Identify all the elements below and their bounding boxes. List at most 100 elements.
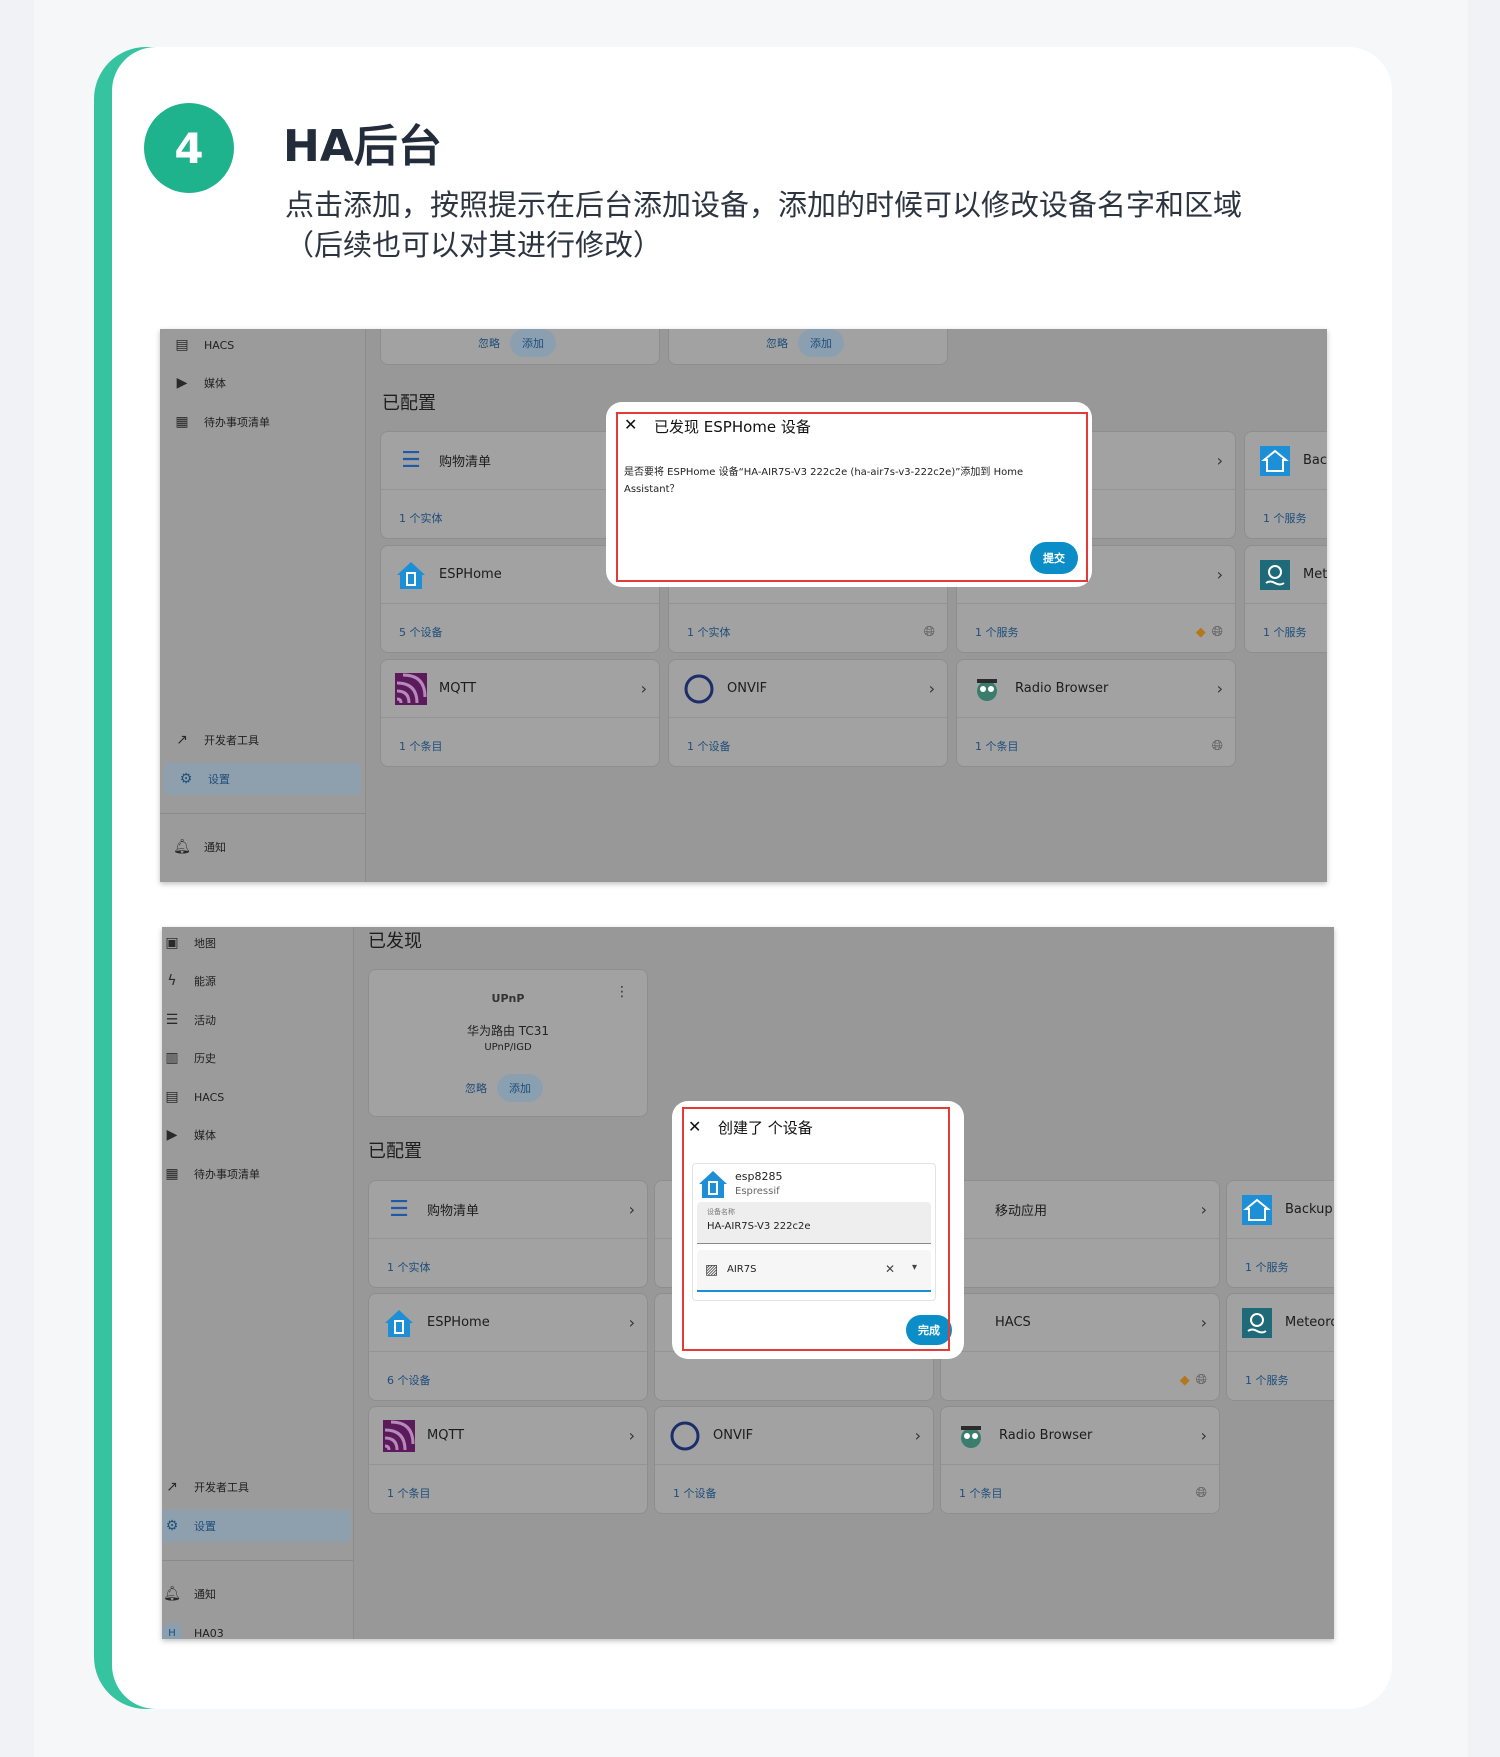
sidebar-item-todo[interactable]: ▦ 待办事项清单	[162, 1158, 353, 1190]
integration-stat[interactable]: 1 个服务	[1245, 1259, 1289, 1275]
integration-stat[interactable]: 6 个设备	[387, 1372, 431, 1388]
integration-card-shopping-list[interactable]: ☰ 购物清单 › 1 个实体	[368, 1180, 648, 1288]
integration-name: Radio Browser	[1015, 681, 1109, 696]
integration-stat[interactable]: 1 个条目	[399, 738, 443, 754]
section-title-configured: 已配置	[382, 393, 436, 414]
chevron-right-icon[interactable]: ›	[629, 1426, 635, 1445]
sidebar-item-user[interactable]: H HA03	[162, 1617, 353, 1639]
sidebar-item-logbook[interactable]: ☰ 活动	[162, 1004, 353, 1036]
integration-name: Backup	[1285, 1202, 1333, 1217]
integration-card-esphome[interactable]: ESPHome › 6 个设备	[368, 1293, 648, 1401]
sidebar-divider	[162, 1560, 353, 1561]
mqtt-icon	[381, 1418, 417, 1454]
integration-stat[interactable]: 1 个实体	[387, 1259, 431, 1275]
integration-name: Met	[1303, 567, 1327, 582]
sidebar-item-todo[interactable]: ▦ 待办事项清单	[160, 406, 365, 438]
integration-card-backup[interactable]: Backup 1 个服务	[1226, 1180, 1334, 1288]
sidebar-item-label: 通知	[194, 1588, 216, 1601]
integration-card-mobile-app[interactable]: 移动应用 ›	[940, 1180, 1220, 1288]
esphome-icon	[381, 1305, 417, 1341]
list-icon: ☰	[389, 1197, 409, 1222]
integration-stat[interactable]: 1 个服务	[1263, 624, 1307, 640]
integration-card-backup[interactable]: Bacl 1 个服务	[1244, 431, 1327, 539]
sidebar-item-hacs[interactable]: ▤ HACS	[162, 1081, 353, 1113]
chevron-right-icon[interactable]: ›	[629, 1313, 635, 1332]
sidebar-item-developer-tools[interactable]: ↗ 开发者工具	[160, 724, 365, 756]
sidebar-item-label: HA03	[194, 1626, 224, 1640]
integration-stat[interactable]: 1 个条目	[975, 738, 1019, 754]
sidebar-divider	[160, 813, 365, 814]
sidebar-item-map[interactable]: ▣ 地图	[162, 927, 353, 959]
sidebar-item-label: 待办事项清单	[194, 1168, 260, 1181]
integration-stat[interactable]: 1 个实体	[687, 624, 731, 640]
integration-stat[interactable]: 1 个实体	[399, 510, 443, 526]
chevron-right-icon[interactable]: ›	[1201, 1200, 1207, 1219]
chevron-right-icon[interactable]: ›	[915, 1426, 921, 1445]
ignore-button[interactable]: 忽略	[478, 335, 500, 351]
integration-card-radio-browser[interactable]: Radio Browser › 1 个条目 🌐︎	[940, 1406, 1220, 1514]
add-button[interactable]: 添加	[497, 1074, 543, 1102]
sidebar-item-settings[interactable]: ⚙ 设置	[162, 1510, 351, 1542]
integration-card-hacs[interactable]: HACS › ◆ 🌐︎	[940, 1293, 1220, 1401]
integration-name: 购物清单	[427, 1204, 480, 1219]
store-icon: ▤	[175, 337, 189, 353]
package-icon: ◆	[1195, 624, 1206, 640]
globe-icon: 🌐︎	[1195, 1485, 1207, 1501]
discovered-device-type: UPnP/IGD	[484, 1042, 532, 1053]
highlight-box	[682, 1107, 950, 1351]
integration-card-onvif[interactable]: ONVIF › 1 个设备	[654, 1406, 934, 1514]
integration-card-mqtt[interactable]: MQTT › 1 个条目	[380, 659, 660, 767]
chevron-right-icon[interactable]: ›	[1201, 1313, 1207, 1332]
integration-stat[interactable]: 1 个服务	[1263, 510, 1307, 526]
highlight-box	[616, 412, 1088, 582]
sidebar-item-notifications[interactable]: 🔔︎ 通知	[162, 1578, 353, 1610]
ignore-button[interactable]: 忽略	[465, 1080, 487, 1096]
integration-name: ONVIF	[713, 1428, 754, 1443]
integration-name: Bacl	[1303, 453, 1327, 468]
chevron-right-icon[interactable]: ›	[929, 679, 935, 698]
sidebar-item-settings[interactable]: ⚙ 设置	[164, 763, 361, 795]
store-icon: ▤	[165, 1089, 179, 1105]
chevron-right-icon[interactable]: ›	[641, 679, 647, 698]
chevron-right-icon[interactable]: ›	[1217, 679, 1223, 698]
sidebar-item-media[interactable]: ▶ 媒体	[162, 1119, 353, 1151]
integration-stat[interactable]: 1 个条目	[959, 1485, 1003, 1501]
ignore-button[interactable]: 忽略	[766, 335, 788, 351]
clipboard-icon: ▦	[165, 1166, 179, 1182]
integration-name: 移动应用	[995, 1204, 1048, 1219]
integration-card-meteorologisk[interactable]: Meteoro 1 个服务	[1226, 1293, 1334, 1401]
integration-stat[interactable]: 1 个服务	[975, 624, 1019, 640]
sidebar-item-notifications[interactable]: 🔔︎ 通知	[160, 831, 365, 863]
sidebar-item-developer-tools[interactable]: ↗ 开发者工具	[162, 1471, 353, 1503]
integration-stat[interactable]: 1 个设备	[687, 738, 731, 754]
sidebar-item-label: 活动	[194, 1014, 216, 1027]
globe-icon: 🌐︎	[1195, 1372, 1207, 1388]
radio-browser-icon	[953, 1418, 989, 1454]
integration-name: HACS	[995, 1315, 1031, 1330]
chevron-right-icon[interactable]: ›	[1217, 451, 1223, 470]
integration-stat[interactable]: 1 个设备	[673, 1485, 717, 1501]
add-button[interactable]: 添加	[510, 329, 556, 357]
discovered-card-actions: 忽略 添加	[465, 1074, 543, 1102]
chevron-right-icon[interactable]: ›	[629, 1200, 635, 1219]
add-button[interactable]: 添加	[798, 329, 844, 357]
integration-card-radio-browser[interactable]: Radio Browser › 1 个条目 🌐︎	[956, 659, 1236, 767]
integration-stat[interactable]: 1 个条目	[387, 1485, 431, 1501]
sidebar-item-history[interactable]: ▥ 历史	[162, 1042, 353, 1074]
integration-card-onvif[interactable]: ONVIF › 1 个设备	[668, 659, 948, 767]
sidebar-item-media[interactable]: ▶ 媒体	[160, 367, 365, 399]
chevron-right-icon[interactable]: ›	[1217, 565, 1223, 584]
chevron-right-icon[interactable]: ›	[1201, 1426, 1207, 1445]
sidebar-item-energy[interactable]: ϟ 能源	[162, 965, 353, 997]
integration-card-met[interactable]: Met 1 个服务	[1244, 545, 1327, 653]
integration-stat[interactable]: 5 个设备	[399, 624, 443, 640]
sidebar-item-label: 开发者工具	[204, 734, 259, 747]
step-title: HA后台	[283, 121, 442, 172]
sidebar-item-hacs[interactable]: ▤ HACS	[160, 329, 365, 361]
weather-icon	[1257, 557, 1293, 593]
clipboard-icon: ▦	[175, 414, 189, 430]
integration-stat[interactable]: 1 个服务	[1245, 1372, 1289, 1388]
integration-card-mqtt[interactable]: MQTT › 1 个条目	[368, 1406, 648, 1514]
discovered-device-name: 华为路由 TC31	[466, 1024, 550, 1038]
gear-icon: ⚙	[165, 1518, 179, 1534]
